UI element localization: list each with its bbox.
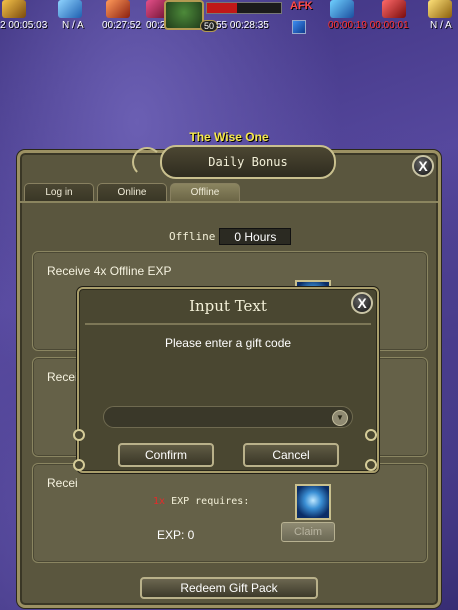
- buff-timer-8: N / A: [430, 20, 452, 31]
- reward-orb-icon[interactable]: [295, 484, 331, 520]
- cancel-button[interactable]: Cancel: [243, 443, 339, 467]
- buff-icon-8[interactable]: [428, 0, 452, 18]
- reward-panel-title: Recei: [47, 370, 78, 384]
- offline-hours-value: 0 Hours: [219, 228, 292, 245]
- modal-prompt: Please enter a gift code: [164, 336, 292, 350]
- tab-divider: [20, 201, 438, 203]
- corner-ornament-icon: [73, 429, 85, 441]
- reward-panel-title: Recei: [47, 476, 78, 490]
- dialog-close-button[interactable]: X: [412, 155, 434, 177]
- dialog-title: Daily Bonus: [160, 145, 336, 179]
- player-portrait[interactable]: [164, 0, 204, 30]
- modal-close-button[interactable]: X: [351, 292, 373, 314]
- corner-ornament-icon: [73, 459, 85, 471]
- exp-requires-label: 1x EXP requires:: [153, 496, 249, 507]
- buff-timer-1: 2 00:05:03: [0, 20, 48, 31]
- chevron-down-icon[interactable]: ▼: [332, 410, 348, 426]
- reward-panel-title: Receive 4x Offline EXP: [47, 264, 172, 278]
- tab-online[interactable]: Online: [97, 183, 167, 201]
- offline-label: Offline: [169, 230, 216, 243]
- gift-code-input[interactable]: [103, 406, 353, 428]
- tab-log-in[interactable]: Log in: [24, 183, 94, 201]
- dialog-tabs: Log in Online Offline: [24, 183, 243, 201]
- buff-icon-7[interactable]: [382, 0, 406, 18]
- hp-fill: [207, 3, 237, 13]
- input-text-modal: Input Text X Please enter a gift code ▼ …: [73, 287, 379, 473]
- requires-multiplier: 1x: [153, 496, 166, 507]
- buff-icon-2[interactable]: [58, 0, 82, 18]
- afk-label: AFK: [290, 0, 313, 12]
- buff-timer-4: 00:2: [146, 20, 166, 31]
- requires-text: EXP requires:: [171, 496, 250, 507]
- player-hp-bar: [206, 2, 282, 14]
- reward-panel-3: Recei 1x EXP requires: EXP: 0 Claim: [32, 463, 428, 563]
- buff-timer-7: 00:00:19 00:00:01: [328, 20, 409, 31]
- exp-value: EXP: 0: [157, 528, 195, 542]
- buff-icon-1[interactable]: [2, 0, 26, 18]
- status-icon[interactable]: [292, 20, 306, 34]
- buff-timer-3: 00:27:52: [102, 20, 141, 31]
- redeem-gift-pack-button[interactable]: Redeem Gift Pack: [140, 577, 318, 599]
- confirm-button[interactable]: Confirm: [118, 443, 214, 467]
- offline-hours-row: Offline 0 Hours: [169, 228, 292, 245]
- claim-button[interactable]: Claim: [281, 522, 335, 542]
- buff-timer-2: N / A: [62, 20, 84, 31]
- modal-title: Input Text: [189, 297, 267, 315]
- buff-icon-6[interactable]: [330, 0, 354, 18]
- corner-ornament-icon: [365, 429, 377, 441]
- buff-bar: 2 00:05:03 N / A 00:27:52 00:2 50 55 00:…: [0, 0, 458, 38]
- tab-offline[interactable]: Offline: [170, 183, 240, 201]
- npc-name-label: The Wise One: [189, 130, 269, 144]
- title-flourish-left: [132, 147, 162, 177]
- buff-icon-3[interactable]: [106, 0, 130, 18]
- modal-title-divider: [85, 323, 371, 325]
- buff-timer-5: 55 00:28:35: [216, 20, 269, 31]
- corner-ornament-icon: [365, 459, 377, 471]
